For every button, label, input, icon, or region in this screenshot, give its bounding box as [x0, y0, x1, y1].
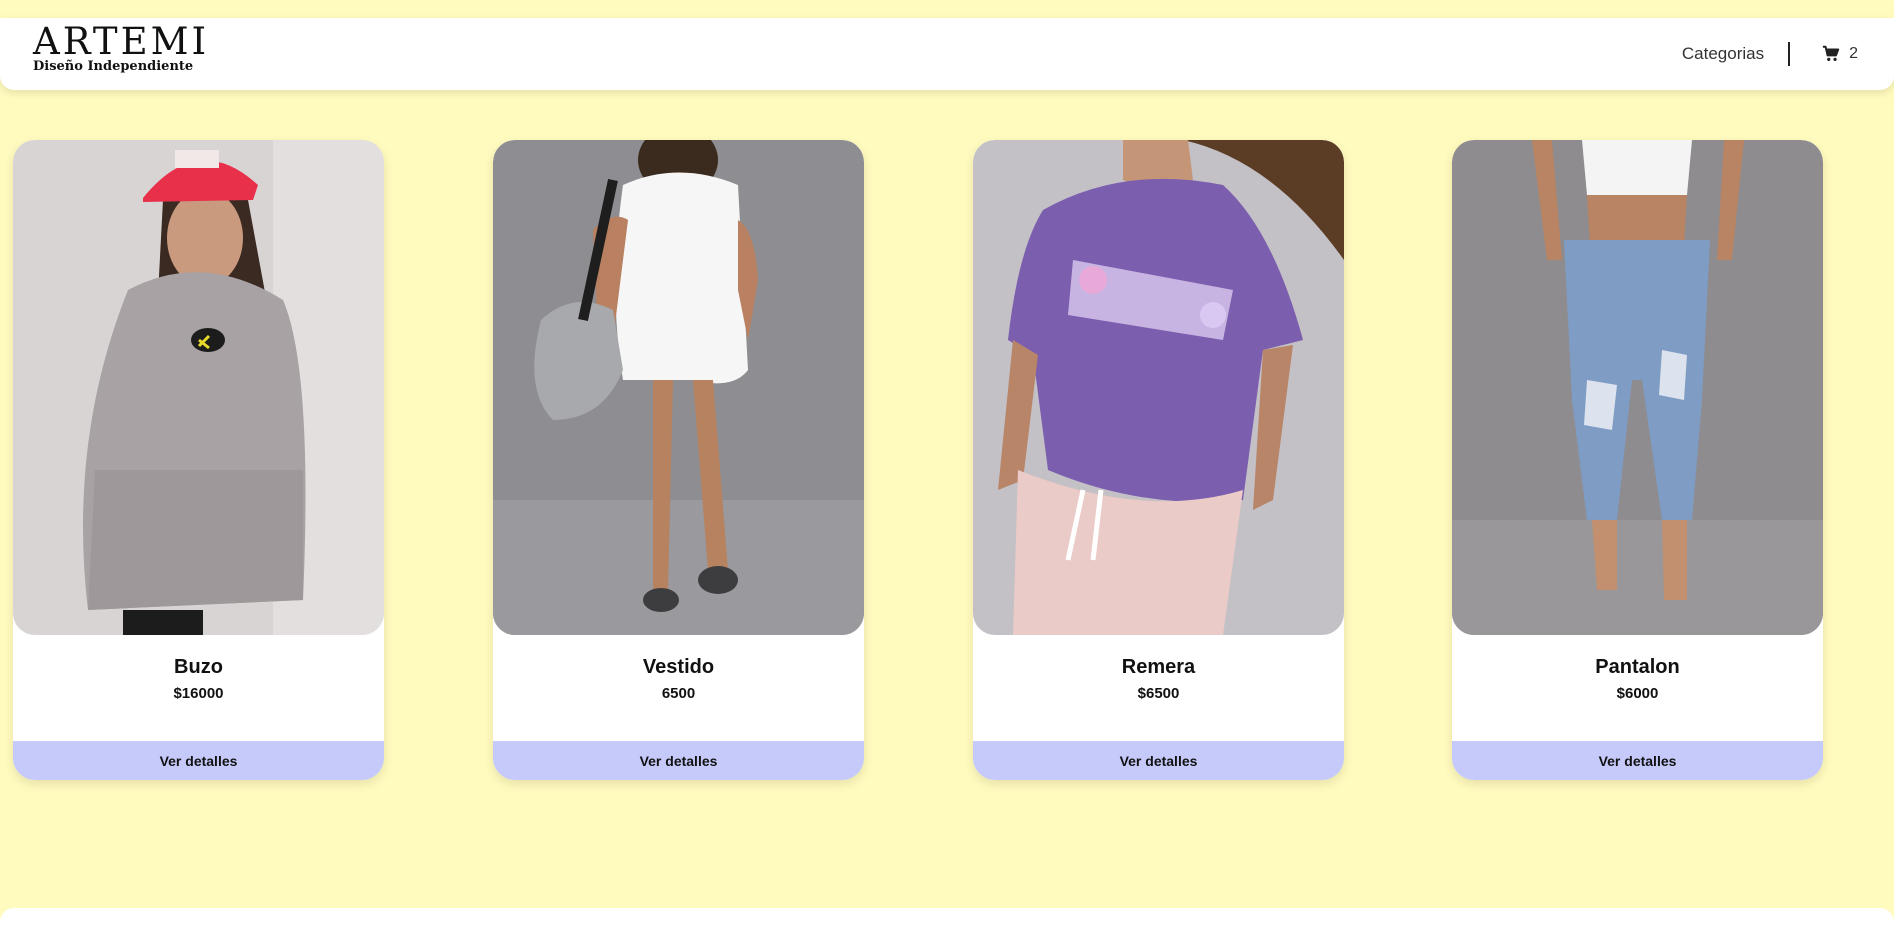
nav-divider [1788, 42, 1791, 66]
product-card[interactable]: Buzo $16000 Ver detalles [13, 140, 384, 780]
cart-button[interactable]: 2 [1822, 45, 1858, 63]
brand-name: ARTEMI [33, 20, 210, 63]
product-price: $6000 [1616, 685, 1659, 702]
product-image[interactable] [973, 140, 1344, 635]
product-card[interactable]: Pantalon $6000 Ver detalles [1452, 140, 1823, 780]
product-card[interactable]: Remera $6500 Ver detalles [973, 140, 1344, 780]
product-image[interactable] [13, 140, 384, 635]
view-details-button[interactable]: Ver detalles [1452, 741, 1823, 780]
product-image[interactable] [493, 140, 864, 635]
product-image[interactable] [1452, 140, 1823, 635]
brand-logo[interactable]: ARTEMI Diseño Independiente [33, 22, 209, 82]
navbar: ARTEMI Diseño Independiente Categorias 2 [0, 18, 1894, 90]
product-card-body: Pantalon $6000 [1452, 635, 1823, 741]
product-title: Buzo [174, 656, 223, 678]
view-details-button[interactable]: Ver detalles [493, 741, 864, 780]
brand-tagline: Diseño Independiente [33, 59, 194, 74]
product-price: $6500 [1137, 685, 1180, 702]
nav-right: Categorias 2 [1682, 18, 1858, 90]
product-title: Pantalon [1595, 656, 1680, 678]
product-title: Remera [1121, 656, 1196, 678]
footer [0, 908, 1894, 929]
top-strip [0, 0, 1894, 18]
product-card[interactable]: Vestido 6500 Ver detalles [493, 140, 864, 780]
nav-categories-link[interactable]: Categorias [1682, 44, 1764, 64]
product-price: $16000 [173, 685, 224, 702]
product-card-body: Buzo $16000 [13, 635, 384, 741]
product-price: 6500 [661, 685, 696, 702]
product-title: Vestido [642, 656, 715, 678]
cart-count: 2 [1849, 45, 1858, 62]
view-details-button[interactable]: Ver detalles [973, 741, 1344, 780]
shopping-cart-icon [1822, 45, 1840, 62]
product-card-body: Remera $6500 [973, 635, 1344, 741]
product-card-body: Vestido 6500 [493, 635, 864, 741]
view-details-button[interactable]: Ver detalles [13, 741, 384, 780]
